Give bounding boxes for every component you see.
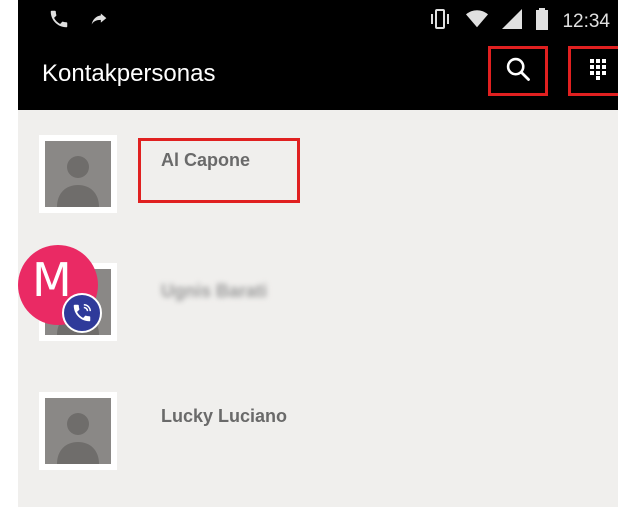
contact-row-blurred[interactable]: Ugnis Barati (18, 263, 618, 343)
chat-head-letter: M (32, 253, 72, 307)
contact-avatar (39, 135, 117, 213)
wifi-icon (466, 9, 489, 35)
screen-margin (0, 0, 18, 507)
contact-name-highlight (138, 138, 300, 203)
person-placeholder-icon (45, 398, 111, 464)
person-placeholder-icon (45, 141, 111, 207)
signal-icon (502, 9, 523, 35)
contact-name: Lucky Luciano (161, 406, 288, 426)
contact-row-lucky-luciano[interactable]: Lucky Luciano (18, 392, 618, 472)
app-bar: Kontakpersonas (18, 40, 618, 110)
contact-avatar (39, 392, 117, 470)
viber-call-icon (62, 293, 102, 333)
search-button[interactable] (488, 46, 548, 96)
search-icon (504, 55, 532, 88)
contact-row-al-capone[interactable]: Al Capone (18, 135, 618, 215)
dialpad-button[interactable] (568, 46, 618, 96)
status-time: 12:34 (562, 11, 610, 32)
page-title: Kontakpersonas (42, 60, 216, 87)
contact-name: Ugnis Barati (161, 281, 268, 301)
status-bar: 12:34 (18, 0, 618, 40)
phone-icon (48, 8, 70, 36)
vibrate-icon (428, 8, 452, 36)
contacts-screen: 12:34 Kontakpersonas Al Capone Ugnis Bar… (18, 0, 618, 507)
battery-icon (536, 8, 549, 36)
call-forward-icon (88, 8, 110, 36)
dialpad-icon (588, 58, 608, 85)
